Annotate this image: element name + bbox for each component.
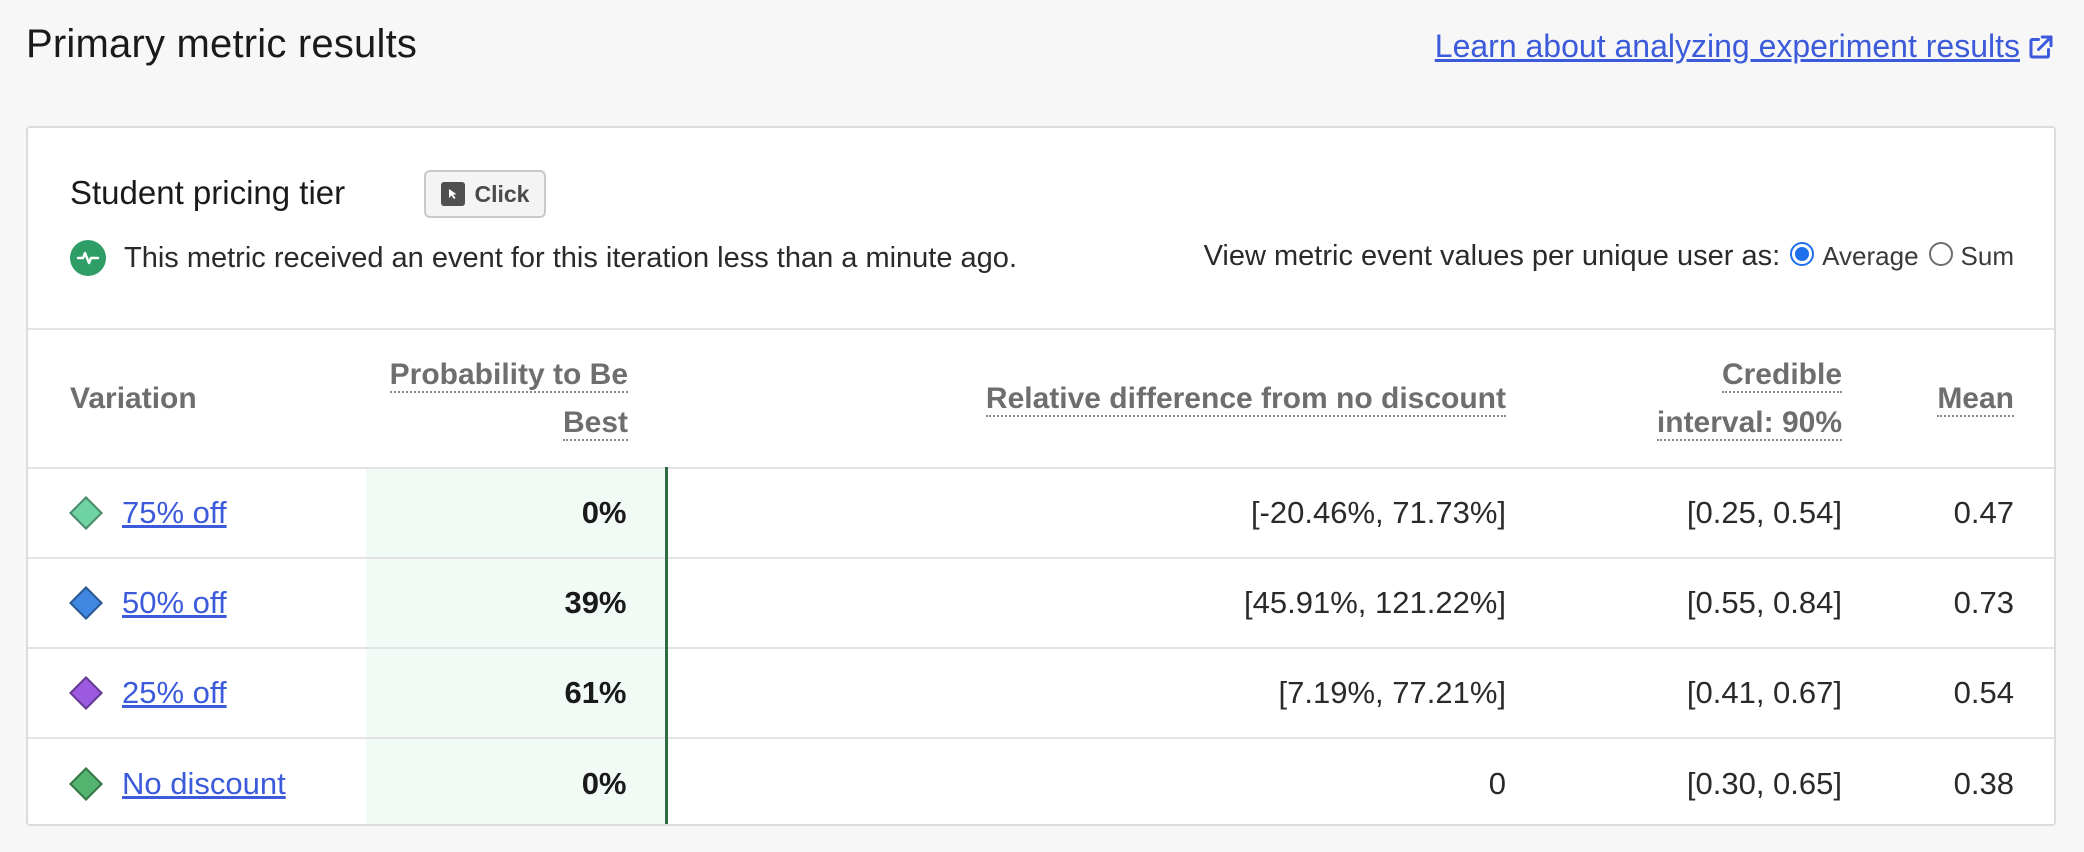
metric-card-header: Student pricing tier Click This metric r… <box>28 128 2054 330</box>
variation-link[interactable]: No discount <box>122 766 286 802</box>
cursor-click-icon <box>440 182 465 206</box>
header-ci-line2: interval: 90% <box>1656 405 1842 441</box>
credible-interval-cell: [0.25, 0.54] <box>1686 495 1842 530</box>
metric-status-text: This metric received an event for this i… <box>124 241 1017 274</box>
metric-name: Student pricing tier <box>70 174 346 211</box>
table-row: 25% off 61% [7.19%, 77.21%] [0.41, 0.67]… <box>28 648 2054 738</box>
probability-cell: 39% <box>366 558 668 648</box>
header-ci-line1: Credible <box>1721 357 1842 393</box>
credible-interval-cell: [0.55, 0.84] <box>1686 585 1842 620</box>
page-title: Primary metric results <box>26 22 418 66</box>
table-row: 50% off 39% [45.91%, 121.22%] [0.55, 0.8… <box>28 558 2054 648</box>
variation-color-diamond <box>69 676 103 710</box>
variation-link[interactable]: 75% off <box>122 495 227 531</box>
table-header-row: Variation Probability to Be Best Relativ… <box>28 330 2054 468</box>
header-probability-line1: Probability to Be <box>389 357 628 393</box>
relative-difference-cell: 0 <box>1488 765 1506 801</box>
table-row: No discount 0% 0 [0.30, 0.65] 0.38 <box>28 738 2054 824</box>
variation-link[interactable]: 50% off <box>122 585 227 621</box>
relative-difference-cell: [45.91%, 121.22%] <box>1244 585 1506 620</box>
credible-interval-cell: [0.41, 0.67] <box>1686 675 1842 710</box>
header-credible-interval[interactable]: Credible interval: 90% <box>1506 330 1842 468</box>
external-link-icon <box>2029 35 2053 58</box>
sum-radio-label[interactable]: Sum <box>1961 241 2014 272</box>
sum-radio[interactable] <box>1928 241 1953 266</box>
relative-difference-cell: [-20.46%, 71.73%] <box>1250 495 1506 530</box>
results-table: Variation Probability to Be Best Relativ… <box>28 330 2054 824</box>
mean-cell: 0.38 <box>1953 765 2014 801</box>
probability-cell: 0% <box>366 738 668 824</box>
mean-cell: 0.47 <box>1953 495 2014 530</box>
header-variation: Variation <box>70 381 197 415</box>
mean-cell: 0.73 <box>1953 585 2014 620</box>
header-mean[interactable]: Mean <box>1842 330 2054 468</box>
probability-cell: 0% <box>366 468 668 558</box>
variation-color-diamond <box>69 496 103 530</box>
variation-link[interactable]: 25% off <box>122 675 227 711</box>
header-probability[interactable]: Probability to Be Best <box>366 330 666 468</box>
metric-kind-label: Click <box>474 180 530 207</box>
metric-status: This metric received an event for this i… <box>70 240 1017 276</box>
table-row: 75% off 0% [-20.46%, 71.73%] [0.25, 0.54… <box>28 468 2054 558</box>
credible-interval-cell: [0.30, 0.65] <box>1686 765 1842 801</box>
learn-link[interactable]: Learn about analyzing experiment results <box>1435 28 2056 65</box>
probability-cell: 61% <box>366 648 668 738</box>
header-probability-line2: Best <box>562 405 628 441</box>
learn-link-label: Learn about analyzing experiment results <box>1434 28 2020 64</box>
variation-color-diamond <box>69 586 103 620</box>
variation-color-diamond <box>69 766 103 801</box>
metric-card: Student pricing tier Click This metric r… <box>26 126 2056 826</box>
header-relative-difference[interactable]: Relative difference from no discount <box>666 330 1506 468</box>
view-as-label: View metric event values per unique user… <box>1203 240 1781 272</box>
average-radio-label[interactable]: Average <box>1822 241 1918 272</box>
pulse-icon <box>70 240 106 276</box>
relative-difference-cell: [7.19%, 77.21%] <box>1278 675 1507 710</box>
average-radio[interactable] <box>1790 241 1815 266</box>
metric-kind-badge: Click <box>424 170 546 218</box>
mean-cell: 0.54 <box>1953 675 2014 710</box>
view-as-control: View metric event values per unique user… <box>1204 240 2014 273</box>
